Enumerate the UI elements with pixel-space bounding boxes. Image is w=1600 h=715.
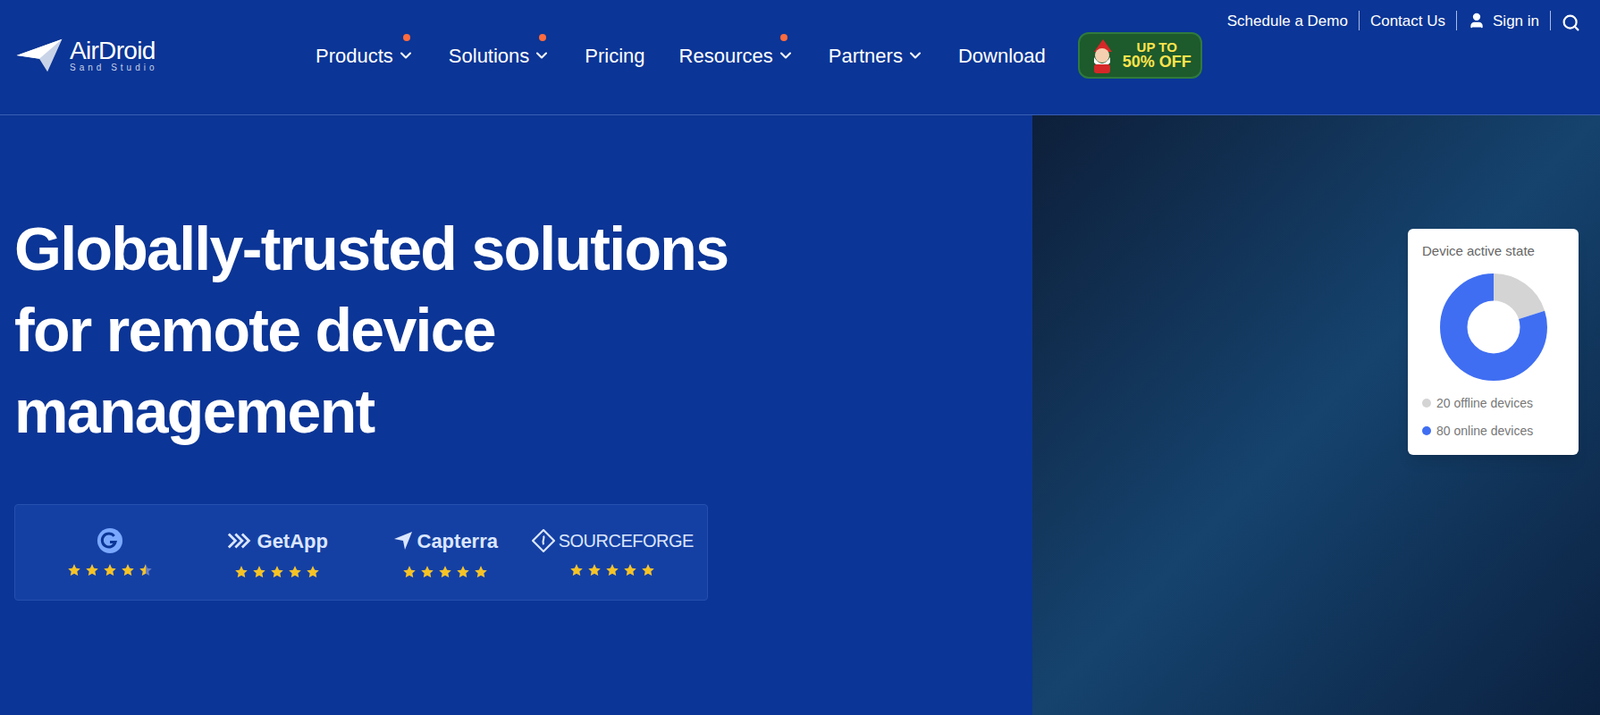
getapp-logo-icon [227,531,254,550]
star-icon [138,563,153,578]
separator [1358,10,1360,31]
nav-item[interactable]: Pricing [584,41,645,71]
star-icon [623,563,638,578]
logo[interactable]: AirDroidSand Studio [14,37,190,74]
rating-item[interactable]: GetApp [193,526,363,580]
star-icon [420,564,435,580]
sourceforge-logo-icon [531,529,556,553]
star-icon [67,563,82,578]
hero-content: Globally-trusted solutionsfor remote dev… [0,115,1033,715]
star-rating [402,564,489,580]
top-link[interactable]: Contact Us [1359,9,1457,34]
device-card: Device active state 20 offline devices 80 … [1407,228,1579,455]
rating-site-name: GetApp [257,526,329,556]
star-icon [437,564,453,580]
g2-logo-icon [96,527,124,555]
star-icon [252,564,267,580]
star-icon [640,563,656,578]
paper-plane-logo-icon [14,37,65,74]
page: Schedule a DemoContact UsSign in AirDroid… [0,0,1600,715]
santa-icon [1088,37,1116,74]
rating-item[interactable]: Capterra [361,526,530,580]
hero: Globally-trusted solutionsfor remote dev… [0,115,1600,715]
logo-name: AirDroid [69,38,159,64]
logo-tagline: Sand Studio [69,63,159,73]
search-icon[interactable] [1561,13,1581,33]
chevron-down-icon [906,46,925,65]
chevron-down-icon [532,46,551,65]
chevron-down-icon [776,46,795,65]
nav-item[interactable]: Solutions [448,41,552,71]
legend-item: 80 online devices [1422,421,1565,441]
legend-dot [1422,426,1432,436]
device-donut-chart [1439,272,1549,382]
star-icon [587,563,602,578]
separator [1549,10,1551,31]
chevron-down-icon [396,46,415,65]
star-icon [120,563,135,578]
main-nav: Products Solutions Pricing Resources Partner… [315,41,1046,71]
top-link[interactable]: Sign in [1456,9,1550,34]
star-icon [605,563,620,578]
nav-item[interactable]: Products [315,41,415,71]
capterra-logo-icon [392,530,414,552]
star-rating [234,564,320,580]
rating-site-name: SOURCEFORGE [558,527,694,555]
star-icon [305,564,320,580]
header: Schedule a DemoContact UsSign in AirDroid… [0,0,1600,116]
rating-site-name: Capterra [417,526,498,556]
separator [1456,10,1457,31]
top-link[interactable]: Schedule a Demo [1216,9,1359,34]
top-links: Schedule a DemoContact UsSign in [0,0,1600,33]
rating-item[interactable] [25,527,194,578]
promo-text: UP TO [1136,40,1178,55]
rating-item[interactable]: SOURCEFORGE [529,527,698,578]
star-icon [234,564,249,580]
star-rating [569,563,656,578]
user-icon [1467,11,1486,30]
legend-dot [1422,398,1432,408]
new-dot [780,33,788,42]
star-rating [67,563,153,578]
star-icon [269,564,285,580]
promo-text: 50% OFF [1122,53,1192,71]
new-dot [403,33,411,42]
star-icon [84,563,100,578]
device-card-title: Device active state [1422,241,1565,262]
hero-headline: Globally-trusted solutionsfor remote dev… [14,208,1033,453]
star-icon [402,564,417,580]
star-icon [473,564,489,580]
donut-segment [1453,286,1533,367]
ratings-box: GetApp Capterra SOURCEFORGE [14,504,708,601]
nav-item[interactable]: Resources [679,41,795,71]
star-icon [102,563,118,578]
nav-item[interactable]: Download [958,41,1046,71]
donut-segment [1453,286,1533,367]
nav-item[interactable]: Partners [828,41,925,71]
hero-photo: Device active state 20 offline devices 80 … [1032,115,1600,715]
new-dot [538,33,547,42]
promo-badge[interactable]: UP TO50% OFF [1077,32,1203,79]
star-icon [569,563,584,578]
star-icon [455,564,471,580]
legend-item: 20 offline devices [1422,394,1565,413]
star-icon [287,564,303,580]
